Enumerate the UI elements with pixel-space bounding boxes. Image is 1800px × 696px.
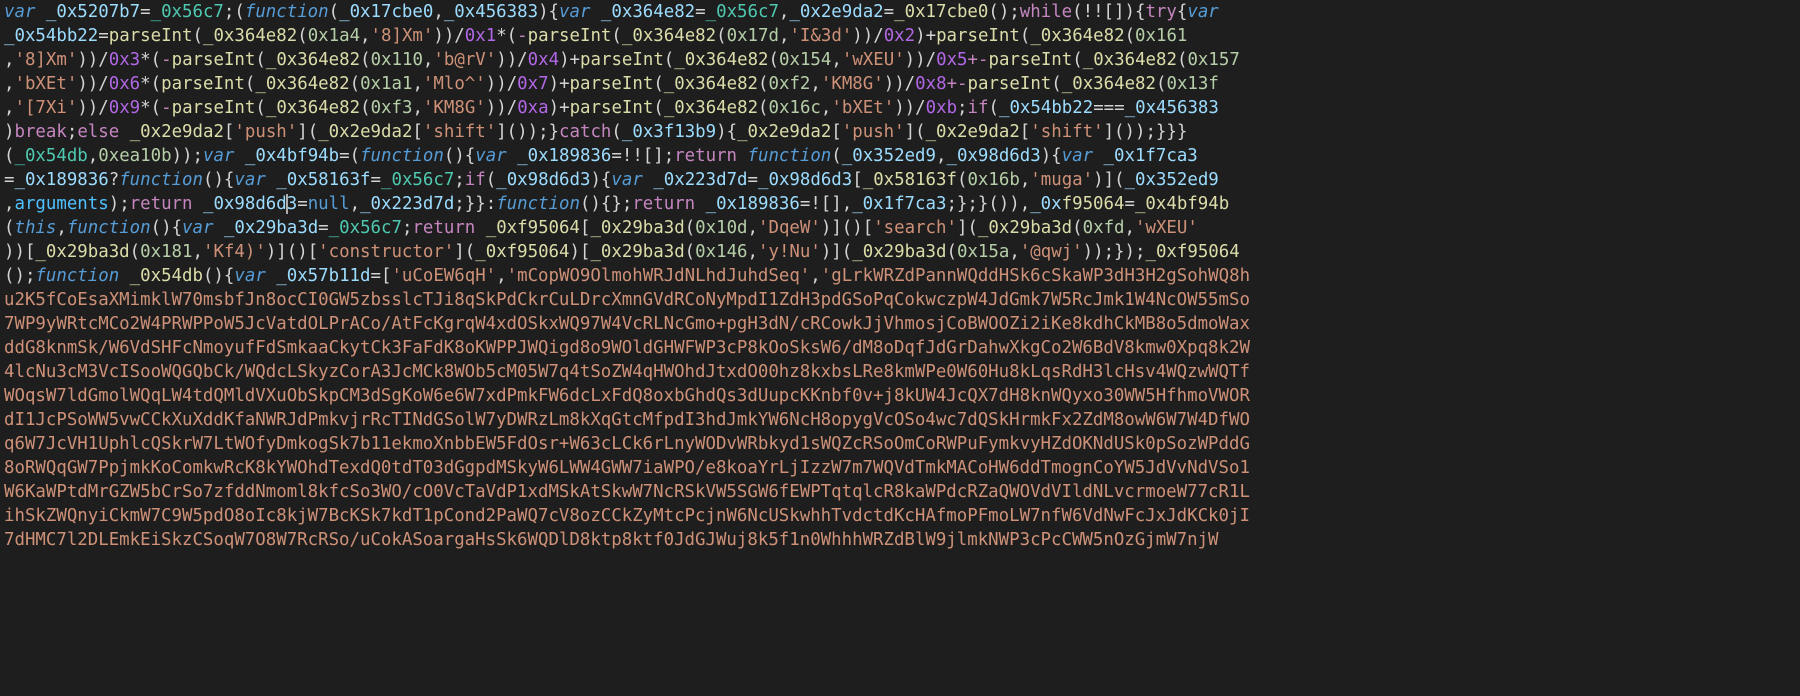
obf-blob-line: 4lcNu3cM3VcISooWQGQbCk/WQdcLSkyzCorA3JcM… — [4, 362, 1250, 382]
text-cursor-icon — [286, 194, 288, 214]
kw-var: var — [4, 2, 46, 22]
obf-blob-line: 7WP9yWRtcMCo2W4PRWPPoW5JcVatdOLPrACo/AtF… — [4, 314, 1250, 334]
obf-blob-line: ihSkZWQnyiCkmW7C9W5pdO8oIc8kjW7BcKSk7kdT… — [4, 506, 1250, 526]
obf-blob-line: q6W7JcVH1UphlcQSkrW7LtWOfyDmkogSk7b11ekm… — [4, 434, 1250, 454]
obf-blob-line: u2K5fCoEsaXMimklW70msbfJn8ocCI0GW5zbsslc… — [4, 290, 1250, 310]
obf-blob-line: W6KaWPtdMrGZW5bCrSo7zfddNmoml8kfcSo3WO/c… — [4, 482, 1250, 502]
obf-blob-line: 8oRWQqGW7PpjmkKoComkwRcK8kYWOhdTexdQ0tdT… — [4, 458, 1250, 478]
obf-blob-line: dI1JcPSoWW5vwCCkXuXddKfaNWRJdPmkvjrRcTIN… — [4, 410, 1250, 430]
code-editor-content[interactable]: var _0x5207b7=_0x56c7;(function(_0x17cbe… — [0, 0, 1800, 552]
obf-blob-line: WOqsW7ldGmolWQqLW4tdQMldVXuObSkpCM3dSgKo… — [4, 386, 1250, 406]
obf-blob-line: ddG8knmSk/W6VdSHFcNmoyufFdSmkaaCkytCk3Fa… — [4, 338, 1250, 358]
obf-blob-line: 7dHMC7l2DLEmkEiSkzCSoqW7O8W7RcRSo/uCokAS… — [4, 530, 1219, 550]
